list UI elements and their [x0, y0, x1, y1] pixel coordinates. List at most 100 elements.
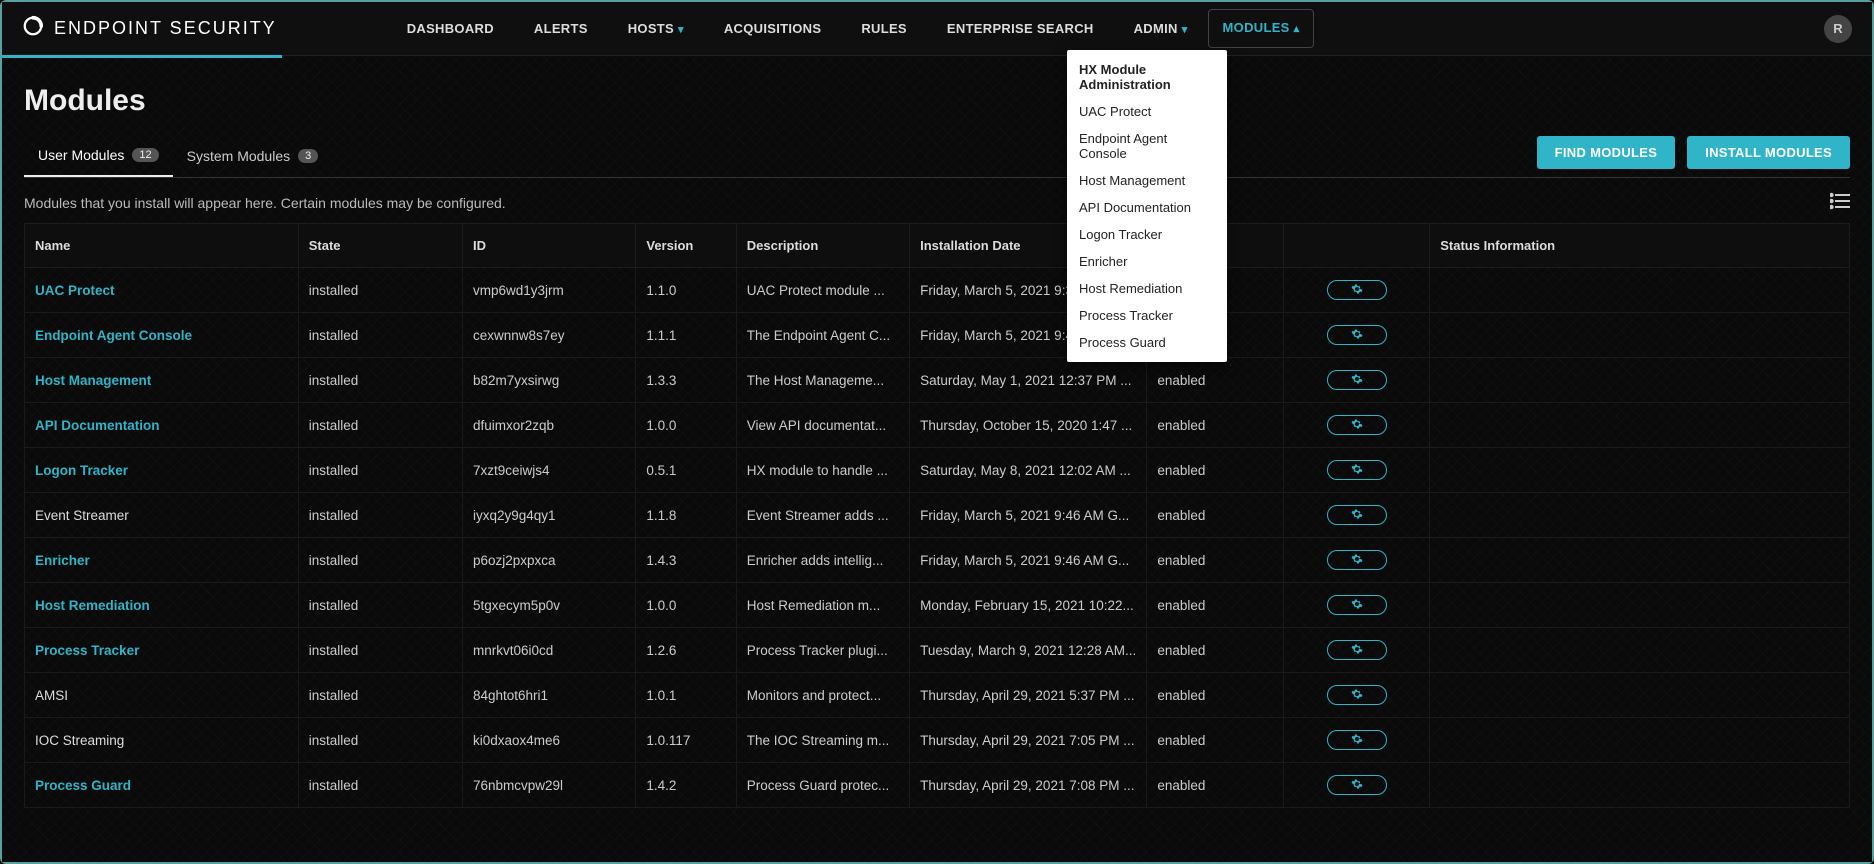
dropdown-item-enricher[interactable]: Enricher [1067, 248, 1227, 275]
tab-user-modules[interactable]: User Modules12 [24, 137, 173, 177]
chevron-down-icon: ▾ [1182, 24, 1188, 36]
cell-description: Process Tracker plugi... [736, 628, 909, 673]
cell-version: 1.1.8 [636, 493, 736, 538]
cell-name[interactable]: Endpoint Agent Console [25, 313, 299, 358]
row-settings-button[interactable] [1327, 370, 1387, 390]
row-settings-button[interactable] [1327, 460, 1387, 480]
cell-name[interactable]: Host Management [25, 358, 299, 403]
cell-installation-date: Friday, March 5, 2021 9:46 AM G... [910, 493, 1147, 538]
dropdown-item-hx-module-administration[interactable]: HX Module Administration [1067, 56, 1227, 98]
col-id[interactable]: ID [463, 224, 636, 268]
nav-item-alerts[interactable]: ALERTS [514, 3, 608, 54]
nav-item-admin[interactable]: ADMIN▾ [1114, 3, 1208, 54]
cell-description: Event Streamer adds ... [736, 493, 909, 538]
nav-menu: DASHBOARDALERTSHOSTS▾ACQUISITIONSRULESEN… [387, 3, 1315, 54]
col-actions[interactable] [1284, 224, 1430, 268]
row-settings-button[interactable] [1327, 730, 1387, 750]
list-view-toggle-icon[interactable] [1830, 192, 1850, 213]
tabs-container: User Modules12System Modules3 [24, 137, 332, 177]
active-underline [2, 55, 282, 58]
cell-state: installed [298, 583, 462, 628]
install-modules-button[interactable]: INSTALL MODULES [1687, 136, 1850, 169]
col-version[interactable]: Version [636, 224, 736, 268]
row-settings-button[interactable] [1327, 505, 1387, 525]
cell-status-information [1430, 358, 1850, 403]
cell-name[interactable]: UAC Protect [25, 268, 299, 313]
cell-status-information [1430, 493, 1850, 538]
dropdown-item-uac-protect[interactable]: UAC Protect [1067, 98, 1227, 125]
nav-item-enterprise-search[interactable]: ENTERPRISE SEARCH [927, 3, 1114, 54]
row-settings-button[interactable] [1327, 550, 1387, 570]
nav-item-acquisitions[interactable]: ACQUISITIONS [704, 3, 842, 54]
dropdown-item-process-guard[interactable]: Process Guard [1067, 329, 1227, 356]
tab-system-modules[interactable]: System Modules3 [173, 137, 333, 177]
cell-actions [1284, 358, 1430, 403]
cell-name[interactable]: API Documentation [25, 403, 299, 448]
cell-status-information [1430, 268, 1850, 313]
cell-state: installed [298, 358, 462, 403]
table-row: Event Streamerinstallediyxq2y9g4qy11.1.8… [25, 493, 1850, 538]
cell-status: enabled [1147, 718, 1284, 763]
cell-version: 1.0.0 [636, 403, 736, 448]
gear-icon [1351, 283, 1363, 298]
cell-actions [1284, 583, 1430, 628]
row-settings-button[interactable] [1327, 775, 1387, 795]
dropdown-item-process-tracker[interactable]: Process Tracker [1067, 302, 1227, 329]
col-status-information[interactable]: Status Information [1430, 224, 1850, 268]
avatar[interactable]: R [1824, 15, 1852, 43]
col-description[interactable]: Description [736, 224, 909, 268]
gear-icon [1351, 418, 1363, 433]
table-row: Process Guardinstalled76nbmcvpw29l1.4.2P… [25, 763, 1850, 808]
gear-icon [1351, 688, 1363, 703]
nav-item-hosts[interactable]: HOSTS▾ [608, 3, 704, 54]
dropdown-item-host-remediation[interactable]: Host Remediation [1067, 275, 1227, 302]
cell-name[interactable]: Enricher [25, 538, 299, 583]
cell-version: 1.4.2 [636, 763, 736, 808]
modules-table: NameStateIDVersionDescriptionInstallatio… [24, 223, 1850, 808]
row-settings-button[interactable] [1327, 415, 1387, 435]
cell-state: installed [298, 313, 462, 358]
col-name[interactable]: Name [25, 224, 299, 268]
row-settings-button[interactable] [1327, 685, 1387, 705]
col-state[interactable]: State [298, 224, 462, 268]
table-row: Host Remediationinstalled5tgxecym5p0v1.0… [25, 583, 1850, 628]
cell-name[interactable]: Logon Tracker [25, 448, 299, 493]
dropdown-item-logon-tracker[interactable]: Logon Tracker [1067, 221, 1227, 248]
cell-id: vmp6wd1y3jrm [463, 268, 636, 313]
cell-description: The IOC Streaming m... [736, 718, 909, 763]
cell-state: installed [298, 673, 462, 718]
cell-version: 1.1.0 [636, 268, 736, 313]
cell-name[interactable]: Process Tracker [25, 628, 299, 673]
nav-item-rules[interactable]: RULES [841, 3, 927, 54]
row-settings-button[interactable] [1327, 640, 1387, 660]
gear-icon [1351, 328, 1363, 343]
cell-id: mnrkvt06i0cd [463, 628, 636, 673]
cell-state: installed [298, 763, 462, 808]
dropdown-item-host-management[interactable]: Host Management [1067, 167, 1227, 194]
cell-name[interactable]: Host Remediation [25, 583, 299, 628]
cell-version: 1.0.1 [636, 673, 736, 718]
find-modules-button[interactable]: FIND MODULES [1537, 136, 1676, 169]
cell-state: installed [298, 493, 462, 538]
tab-label: User Modules [38, 147, 124, 163]
chevron-up-icon: ▴ [1294, 23, 1300, 35]
cell-name[interactable]: Process Guard [25, 763, 299, 808]
cell-state: installed [298, 718, 462, 763]
gear-icon [1351, 373, 1363, 388]
dropdown-item-api-documentation[interactable]: API Documentation [1067, 194, 1227, 221]
cell-actions [1284, 763, 1430, 808]
gear-icon [1351, 463, 1363, 478]
cell-description: HX module to handle ... [736, 448, 909, 493]
cell-id: 7xzt9ceiwjs4 [463, 448, 636, 493]
table-row: Process Trackerinstalledmnrkvt06i0cd1.2.… [25, 628, 1850, 673]
dropdown-item-endpoint-agent-console[interactable]: Endpoint Agent Console [1067, 125, 1227, 167]
cell-id: 76nbmcvpw29l [463, 763, 636, 808]
row-settings-button[interactable] [1327, 325, 1387, 345]
cell-status-information [1430, 538, 1850, 583]
gear-icon [1351, 643, 1363, 658]
row-settings-button[interactable] [1327, 280, 1387, 300]
gear-icon [1351, 508, 1363, 523]
nav-item-modules[interactable]: MODULES▴ [1208, 9, 1315, 48]
nav-item-dashboard[interactable]: DASHBOARD [387, 3, 514, 54]
row-settings-button[interactable] [1327, 595, 1387, 615]
